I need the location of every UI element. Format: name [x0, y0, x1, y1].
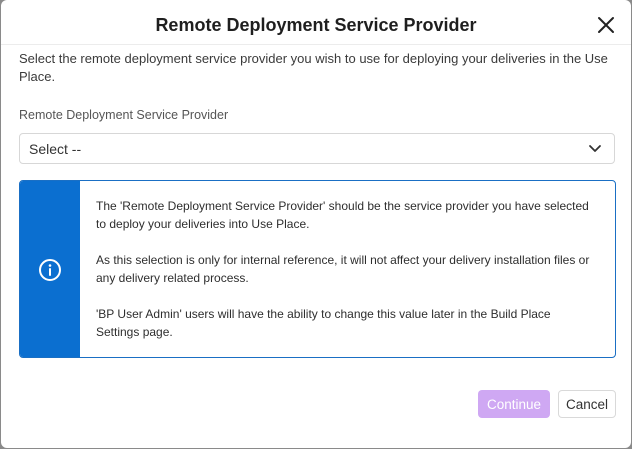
info-band [20, 181, 80, 357]
dialog-description: Select the remote deployment service pro… [19, 51, 608, 84]
continue-button[interactable]: Continue [478, 390, 550, 418]
info-icon [39, 259, 61, 281]
close-button[interactable] [595, 14, 617, 36]
header-divider [1, 44, 631, 45]
chevron-down-icon [589, 145, 601, 152]
provider-select-value: Select -- [29, 141, 82, 157]
info-text: The 'Remote Deployment Service Provider'… [96, 197, 595, 341]
cancel-button[interactable]: Cancel [558, 390, 616, 418]
dialog-title: Remote Deployment Service Provider [155, 15, 477, 35]
info-box: The 'Remote Deployment Service Provider'… [19, 180, 616, 358]
remote-deployment-dialog: Remote Deployment Service Provider Selec… [1, 0, 631, 448]
close-icon [598, 17, 614, 33]
info-paragraph-1: The 'Remote Deployment Service Provider'… [96, 199, 589, 231]
provider-select[interactable]: Select -- [19, 133, 615, 164]
info-paragraph-3: 'BP User Admin' users will have the abil… [96, 307, 551, 339]
info-paragraph-2: As this selection is only for internal r… [96, 253, 590, 285]
provider-field-label: Remote Deployment Service Provider [19, 108, 229, 122]
